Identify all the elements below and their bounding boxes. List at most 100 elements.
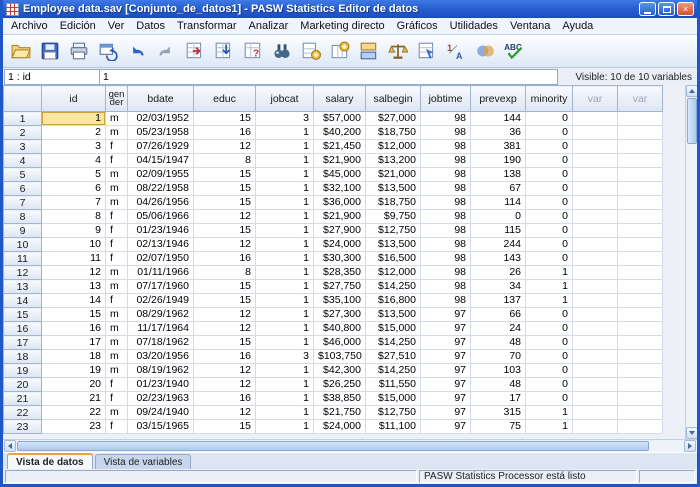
- cell[interactable]: 01/23/1940: [128, 378, 194, 392]
- vertical-scroll-thumb[interactable]: [687, 98, 697, 144]
- cell[interactable]: 0: [526, 224, 573, 238]
- cell[interactable]: 1: [256, 182, 314, 196]
- cell[interactable]: 15: [194, 112, 256, 126]
- tab-vista-de-variables[interactable]: Vista de variables: [95, 454, 192, 469]
- cell[interactable]: 244: [471, 238, 526, 252]
- cell[interactable]: 48: [471, 378, 526, 392]
- cell[interactable]: [618, 350, 663, 364]
- row-header[interactable]: 13: [4, 280, 42, 294]
- cell[interactable]: [573, 140, 618, 154]
- cell[interactable]: m: [106, 364, 128, 378]
- cell[interactable]: [618, 252, 663, 266]
- cell[interactable]: $13,500: [366, 238, 421, 252]
- cell[interactable]: 19: [42, 364, 106, 378]
- cell[interactable]: 115: [471, 224, 526, 238]
- cell[interactable]: 315: [471, 406, 526, 420]
- cell[interactable]: 98: [421, 294, 471, 308]
- cell[interactable]: $12,000: [366, 266, 421, 280]
- cell[interactable]: 1: [256, 308, 314, 322]
- cell[interactable]: 97: [421, 392, 471, 406]
- cell[interactable]: $18,750: [366, 196, 421, 210]
- cell[interactable]: m: [106, 280, 128, 294]
- column-header-var-11[interactable]: var: [573, 86, 618, 112]
- cell[interactable]: 1: [256, 364, 314, 378]
- cell[interactable]: 0: [526, 168, 573, 182]
- cell[interactable]: 1: [526, 406, 573, 420]
- cell[interactable]: [573, 364, 618, 378]
- cell[interactable]: $40,200: [314, 126, 366, 140]
- cell[interactable]: 0: [526, 392, 573, 406]
- cell[interactable]: $13,200: [366, 154, 421, 168]
- cell[interactable]: $13,500: [366, 182, 421, 196]
- close-button[interactable]: ×: [677, 2, 694, 16]
- spell-check-icon[interactable]: ABC: [501, 38, 527, 64]
- maximize-button[interactable]: [658, 2, 675, 16]
- cell[interactable]: 114: [471, 196, 526, 210]
- undo-icon[interactable]: [124, 38, 150, 64]
- cell[interactable]: 1: [256, 210, 314, 224]
- cell[interactable]: 02/23/1963: [128, 392, 194, 406]
- cell[interactable]: $14,250: [366, 280, 421, 294]
- cell[interactable]: 15: [42, 308, 106, 322]
- cell[interactable]: 1: [256, 238, 314, 252]
- cell[interactable]: $57,000: [314, 112, 366, 126]
- cell[interactable]: 1: [42, 112, 106, 126]
- cell[interactable]: $40,800: [314, 322, 366, 336]
- cell[interactable]: 98: [421, 196, 471, 210]
- cell[interactable]: 12: [194, 378, 256, 392]
- cell[interactable]: $30,300: [314, 252, 366, 266]
- cell[interactable]: 0: [526, 182, 573, 196]
- cell[interactable]: 17: [42, 336, 106, 350]
- cell[interactable]: [618, 182, 663, 196]
- cell[interactable]: 8: [42, 210, 106, 224]
- vertical-scrollbar[interactable]: [685, 85, 697, 439]
- cell[interactable]: 66: [471, 308, 526, 322]
- cell[interactable]: 21: [42, 392, 106, 406]
- cell[interactable]: 98: [421, 280, 471, 294]
- column-header-salbegin[interactable]: salbegin: [366, 86, 421, 112]
- row-header[interactable]: 11: [4, 252, 42, 266]
- column-header-salary[interactable]: salary: [314, 86, 366, 112]
- cell[interactable]: 1: [256, 140, 314, 154]
- cell[interactable]: 1: [256, 420, 314, 434]
- cell[interactable]: 0: [526, 322, 573, 336]
- cell[interactable]: [573, 280, 618, 294]
- cell[interactable]: f: [106, 252, 128, 266]
- cell[interactable]: m: [106, 266, 128, 280]
- cell[interactable]: 12: [194, 406, 256, 420]
- cell[interactable]: $35,100: [314, 294, 366, 308]
- goto-case-icon[interactable]: [182, 38, 208, 64]
- cell[interactable]: 0: [526, 378, 573, 392]
- cell[interactable]: 12: [194, 238, 256, 252]
- cell[interactable]: $27,000: [366, 112, 421, 126]
- row-header[interactable]: 7: [4, 196, 42, 210]
- cell[interactable]: [573, 322, 618, 336]
- cell[interactable]: $27,510: [366, 350, 421, 364]
- cell[interactable]: 01/11/1966: [128, 266, 194, 280]
- cell[interactable]: m: [106, 126, 128, 140]
- cell[interactable]: 3: [42, 140, 106, 154]
- cell[interactable]: [573, 350, 618, 364]
- cell[interactable]: 16: [194, 392, 256, 406]
- cell[interactable]: $42,300: [314, 364, 366, 378]
- cell[interactable]: 18: [42, 350, 106, 364]
- cell[interactable]: 1: [256, 252, 314, 266]
- menu-graficos[interactable]: Gráficos: [391, 19, 444, 33]
- recall-dialogs-icon[interactable]: [95, 38, 121, 64]
- cell-value-input[interactable]: 1: [100, 69, 558, 85]
- cell[interactable]: 9: [42, 224, 106, 238]
- cell[interactable]: 16: [194, 126, 256, 140]
- cell[interactable]: 1: [256, 280, 314, 294]
- cell[interactable]: m: [106, 308, 128, 322]
- cell[interactable]: [573, 112, 618, 126]
- cell[interactable]: 07/18/1962: [128, 336, 194, 350]
- cell[interactable]: 17: [471, 392, 526, 406]
- cell[interactable]: 103: [471, 364, 526, 378]
- row-header[interactable]: 14: [4, 294, 42, 308]
- cell[interactable]: 0: [526, 126, 573, 140]
- scroll-up-button[interactable]: [686, 85, 698, 97]
- cell[interactable]: [573, 154, 618, 168]
- cell[interactable]: [573, 420, 618, 434]
- cell[interactable]: m: [106, 322, 128, 336]
- cell[interactable]: $13,500: [366, 308, 421, 322]
